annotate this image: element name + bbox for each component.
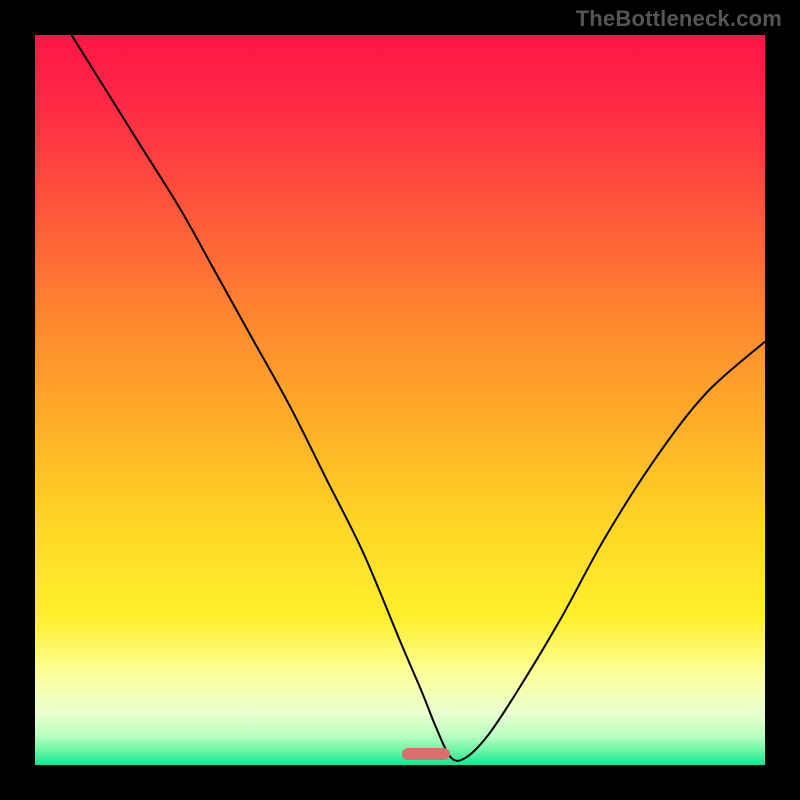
bottleneck-curve <box>35 35 765 765</box>
curve-path <box>72 35 766 761</box>
plot-area <box>35 35 765 765</box>
optimal-marker <box>402 748 450 760</box>
chart-frame: TheBottleneck.com <box>0 0 800 800</box>
watermark-text: TheBottleneck.com <box>576 6 782 32</box>
